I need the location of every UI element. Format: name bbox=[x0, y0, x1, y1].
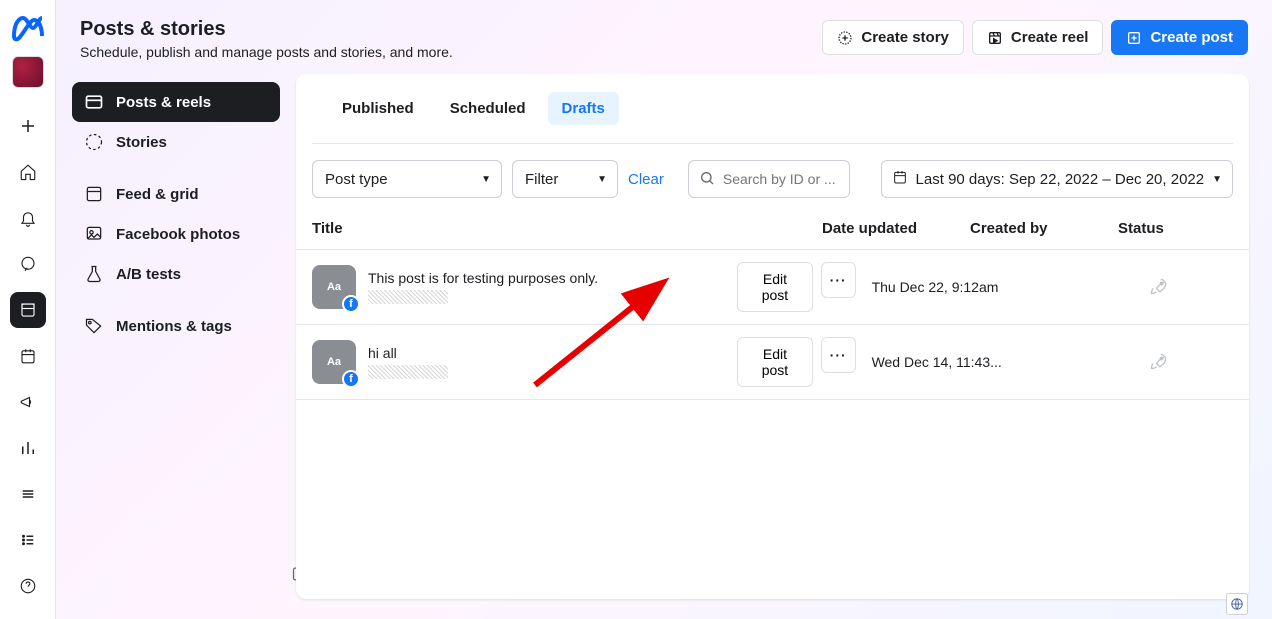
sidebar-item-feed-grid[interactable]: Feed & grid bbox=[72, 174, 280, 214]
more-options-button[interactable]: ··· bbox=[821, 262, 856, 298]
date-updated-cell: Wed Dec 14, 11:43... bbox=[872, 354, 1011, 370]
megaphone-icon[interactable] bbox=[10, 384, 46, 420]
help-icon[interactable] bbox=[10, 568, 46, 604]
post-thumbnail: Aa f bbox=[312, 340, 356, 384]
sidebar-item-stories[interactable]: Stories bbox=[72, 122, 280, 162]
post-subtitle-redacted bbox=[368, 290, 448, 304]
sidebar-item-posts-reels[interactable]: Posts & reels bbox=[72, 82, 280, 122]
chevron-down-icon: ▼ bbox=[597, 174, 607, 185]
column-created-by: Created by bbox=[970, 220, 1118, 237]
chat-icon[interactable] bbox=[10, 246, 46, 282]
facebook-badge-icon: f bbox=[342, 370, 360, 388]
column-status: Status bbox=[1118, 220, 1208, 237]
calendar-icon[interactable] bbox=[10, 338, 46, 374]
tag-icon bbox=[84, 316, 104, 336]
chevron-down-icon: ▼ bbox=[1212, 174, 1222, 185]
post-title: hi all bbox=[368, 345, 448, 361]
rocket-icon bbox=[1149, 351, 1169, 371]
select-label: Post type bbox=[325, 171, 388, 188]
sidebar-item-label: Stories bbox=[116, 134, 167, 151]
table-header: Title Date updated Created by Status bbox=[296, 198, 1249, 250]
sidebar-item-label: Facebook photos bbox=[116, 226, 240, 243]
table-row[interactable]: Aa f This post is for testing purposes o… bbox=[296, 250, 1249, 325]
filters-row: Post type ▼ Filter ▼ Clear Last 90 days:… bbox=[296, 144, 1249, 198]
tabs: Published Scheduled Drafts bbox=[296, 74, 1249, 125]
date-range-select[interactable]: Last 90 days: Sep 22, 2022 – Dec 20, 202… bbox=[881, 160, 1233, 198]
more-options-button[interactable]: ··· bbox=[821, 337, 856, 373]
reel-icon bbox=[987, 30, 1003, 46]
tab-drafts[interactable]: Drafts bbox=[548, 92, 619, 125]
status-cell bbox=[1149, 276, 1233, 299]
post-thumbnail: Aa f bbox=[312, 265, 356, 309]
select-label: Filter bbox=[525, 171, 558, 188]
edit-post-button[interactable]: Edit post bbox=[737, 337, 813, 387]
home-icon[interactable] bbox=[10, 154, 46, 190]
tab-scheduled[interactable]: Scheduled bbox=[436, 92, 540, 125]
button-label: Create story bbox=[861, 29, 949, 46]
meta-logo bbox=[10, 10, 46, 46]
sidebar-item-mentions-tags[interactable]: Mentions & tags bbox=[72, 306, 280, 346]
sidebar-item-label: Feed & grid bbox=[116, 186, 199, 203]
sidebar-item-facebook-photos[interactable]: Facebook photos bbox=[72, 214, 280, 254]
insights-icon[interactable] bbox=[10, 430, 46, 466]
date-updated-cell: Thu Dec 22, 9:12am bbox=[872, 279, 1011, 295]
sidebar-item-label: Mentions & tags bbox=[116, 318, 232, 335]
flask-icon bbox=[84, 264, 104, 284]
stories-icon bbox=[84, 132, 104, 152]
filter-select[interactable]: Filter ▼ bbox=[512, 160, 618, 198]
menu-icon[interactable] bbox=[10, 476, 46, 512]
status-cell bbox=[1149, 351, 1233, 374]
post-title: This post is for testing purposes only. bbox=[368, 270, 598, 286]
post-subtitle-redacted bbox=[368, 365, 448, 379]
create-post-button[interactable]: Create post bbox=[1111, 20, 1248, 55]
search-box[interactable] bbox=[688, 160, 850, 198]
table-row[interactable]: Aa f hi all Edit post ··· Wed Dec 14, 11… bbox=[296, 325, 1249, 400]
create-story-button[interactable]: Create story bbox=[822, 20, 964, 55]
sidebar: Posts & reels Stories Feed & grid Facebo… bbox=[56, 0, 296, 619]
photos-icon bbox=[84, 224, 104, 244]
chevron-down-icon: ▼ bbox=[481, 174, 491, 185]
feed-icon bbox=[84, 184, 104, 204]
calendar-icon bbox=[892, 169, 908, 189]
globe-icon[interactable] bbox=[1226, 593, 1248, 615]
sidebar-item-label: A/B tests bbox=[116, 266, 181, 283]
button-label: Create post bbox=[1150, 29, 1233, 46]
clear-link[interactable]: Clear bbox=[628, 171, 664, 188]
left-rail bbox=[0, 0, 56, 619]
search-icon bbox=[699, 170, 715, 189]
list-icon[interactable] bbox=[10, 522, 46, 558]
column-title: Title bbox=[312, 220, 822, 237]
post-icon bbox=[1126, 30, 1142, 46]
posts-icon bbox=[84, 92, 104, 112]
facebook-badge-icon: f bbox=[342, 295, 360, 313]
ellipsis-icon: ··· bbox=[830, 347, 847, 363]
post-type-select[interactable]: Post type ▼ bbox=[312, 160, 502, 198]
column-date-updated: Date updated bbox=[822, 220, 970, 237]
tab-published[interactable]: Published bbox=[328, 92, 428, 125]
button-label: Create reel bbox=[1011, 29, 1089, 46]
search-input[interactable] bbox=[723, 171, 839, 187]
sidebar-item-label: Posts & reels bbox=[116, 94, 211, 111]
ellipsis-icon: ··· bbox=[830, 272, 847, 288]
date-range-label: Last 90 days: Sep 22, 2022 – Dec 20, 202… bbox=[916, 171, 1205, 188]
bell-icon[interactable] bbox=[10, 200, 46, 236]
sidebar-item-ab-tests[interactable]: A/B tests bbox=[72, 254, 280, 294]
edit-post-button[interactable]: Edit post bbox=[737, 262, 813, 312]
rocket-icon bbox=[1149, 276, 1169, 296]
header-actions: Create story Create reel Create post bbox=[822, 20, 1248, 55]
story-icon bbox=[837, 30, 853, 46]
main-panel: Published Scheduled Drafts Post type ▼ F… bbox=[296, 74, 1249, 599]
page-avatar[interactable] bbox=[12, 56, 44, 88]
content-icon[interactable] bbox=[10, 292, 46, 328]
plus-icon[interactable] bbox=[10, 108, 46, 144]
create-reel-button[interactable]: Create reel bbox=[972, 20, 1104, 55]
